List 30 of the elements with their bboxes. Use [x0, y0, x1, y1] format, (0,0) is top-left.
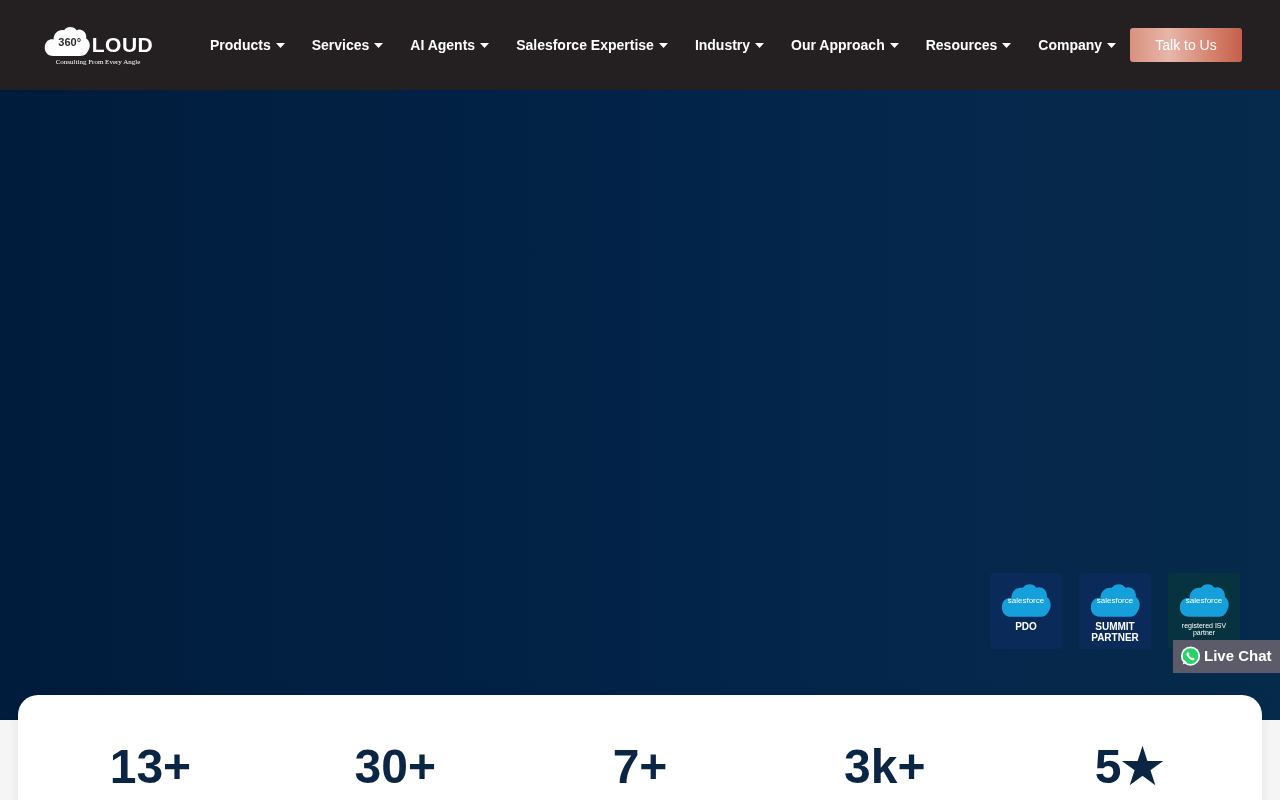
stat-value: 7+ — [612, 743, 668, 791]
caret-icon — [480, 42, 490, 48]
nav-link[interactable]: Resources — [925, 34, 1012, 56]
logo-cloud: 360° — [42, 24, 91, 57]
caret-icon — [1002, 42, 1012, 48]
caret-icon — [275, 42, 285, 48]
stat-value: 13+ — [109, 743, 192, 791]
nav-link[interactable]: Company — [1038, 34, 1117, 56]
cloud-logo: salesforce — [1000, 582, 1052, 618]
badge-label: SUMMIT PARTNER — [1090, 622, 1140, 643]
badge-label: PDO — [1015, 622, 1037, 633]
cloud-logo: salesforce — [1089, 582, 1141, 618]
live-chat-button[interactable]: Live Chat — [1173, 640, 1280, 673]
whatsapp-icon — [1180, 646, 1201, 667]
nav-link[interactable]: AI Agents — [410, 34, 490, 56]
caret-icon — [658, 42, 668, 48]
caret-icon — [889, 42, 899, 48]
nav-link[interactable]: Salesforce Expertise — [516, 34, 668, 56]
caret-icon — [1107, 42, 1117, 48]
stat-value: 30+ — [354, 743, 436, 791]
caret-icon — [374, 42, 384, 48]
logo-wordmark: LOUD — [91, 33, 154, 57]
nav-link[interactable]: Our Approach — [791, 34, 899, 56]
stat-value: 3k+ — [844, 743, 926, 791]
nav-link[interactable]: Services — [311, 34, 384, 56]
nav-link[interactable]: Industry — [694, 34, 765, 56]
cloud-logo: salesforce — [1178, 582, 1230, 618]
nav-link[interactable]: Products — [210, 34, 285, 56]
caret-icon — [755, 42, 765, 48]
stat-value: 5★ — [1094, 743, 1165, 791]
